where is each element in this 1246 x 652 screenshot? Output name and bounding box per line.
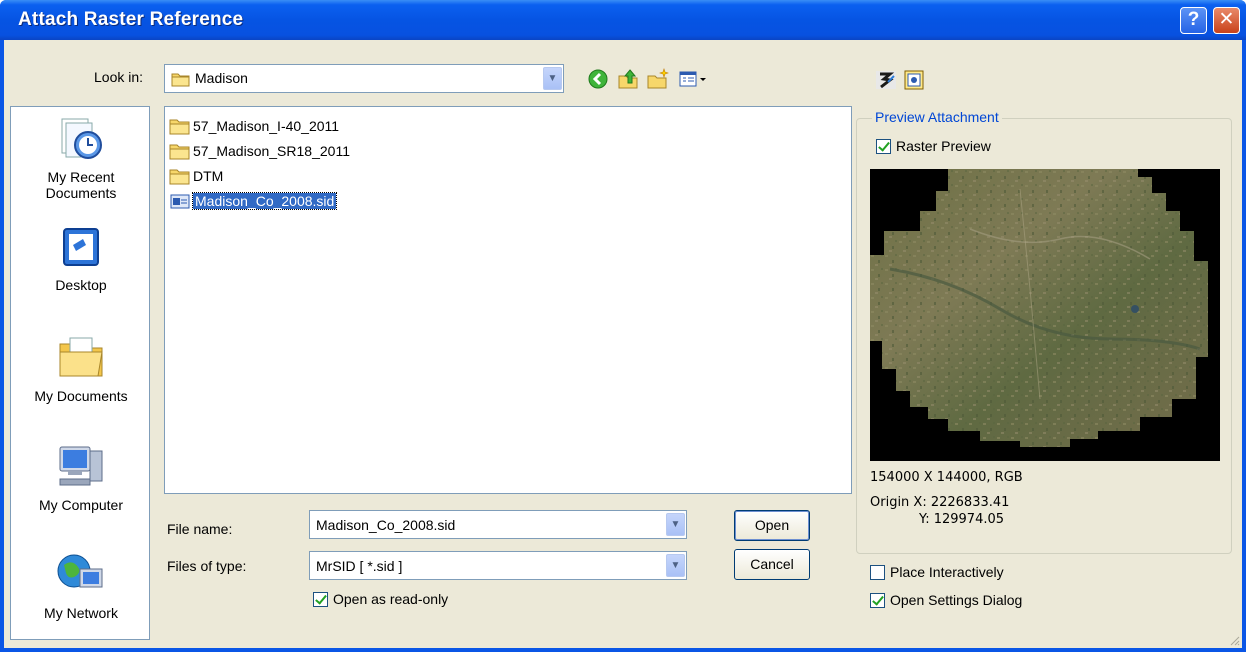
folder-icon bbox=[169, 144, 190, 160]
raster-preview-image bbox=[870, 169, 1220, 461]
views-menu-icon[interactable] bbox=[678, 67, 708, 91]
raster-preview-checkbox[interactable]: Raster Preview bbox=[876, 138, 991, 154]
open-button[interactable]: Open bbox=[734, 510, 810, 541]
close-button[interactable]: ✕ bbox=[1213, 7, 1240, 34]
raster-dimensions: 154000 X 144000, RGB bbox=[870, 470, 1023, 485]
help-button[interactable]: ? bbox=[1180, 7, 1207, 34]
dialog-window: Attach Raster Reference ? ✕ Look in: Mad… bbox=[0, 0, 1246, 652]
place-label: My Computer bbox=[38, 497, 124, 513]
lookin-combo[interactable]: Madison ▼ bbox=[164, 64, 564, 93]
my-computer-icon bbox=[59, 446, 103, 486]
folder-icon bbox=[171, 73, 190, 87]
list-item-selected[interactable]: Madison_Co_2008.sid bbox=[169, 190, 338, 212]
settings-icon[interactable] bbox=[902, 68, 926, 92]
filename-label: File name: bbox=[167, 521, 233, 537]
place-interactively-label: Place Interactively bbox=[890, 564, 1004, 580]
checkbox-box[interactable] bbox=[870, 592, 885, 608]
place-label-line1: My Recent bbox=[47, 169, 115, 185]
filename-dropdown-button[interactable]: ▼ bbox=[666, 513, 685, 536]
desktop-icon bbox=[63, 228, 99, 266]
resize-grip-icon[interactable] bbox=[1228, 634, 1240, 646]
raster-preview-label: Raster Preview bbox=[896, 138, 991, 154]
place-my-computer[interactable]: My Computer bbox=[11, 441, 151, 513]
list-item[interactable]: DTM bbox=[169, 165, 223, 187]
folder-icon bbox=[169, 169, 190, 185]
my-documents-icon bbox=[59, 337, 103, 377]
place-label: My Documents bbox=[34, 388, 128, 404]
lookin-label: Look in: bbox=[94, 69, 144, 85]
file-list[interactable]: 57_Madison_I-40_2011 57_Madison_SR18_201… bbox=[164, 106, 852, 494]
checkbox-box[interactable] bbox=[870, 564, 885, 580]
preview-legend: Preview Attachment bbox=[872, 109, 1002, 125]
readonly-checkbox[interactable]: Open as read-only bbox=[313, 591, 448, 607]
open-settings-label: Open Settings Dialog bbox=[890, 592, 1023, 608]
readonly-label: Open as read-only bbox=[333, 591, 449, 607]
place-my-network[interactable]: My Network bbox=[11, 549, 151, 621]
checkbox-box[interactable] bbox=[313, 591, 328, 607]
list-item[interactable]: 57_Madison_SR18_2011 bbox=[169, 140, 350, 162]
open-settings-checkbox[interactable]: Open Settings Dialog bbox=[870, 592, 1022, 608]
filetype-dropdown-button[interactable]: ▼ bbox=[666, 554, 685, 577]
place-interactively-checkbox[interactable]: Place Interactively bbox=[870, 564, 1004, 580]
title-bar[interactable]: Attach Raster Reference ? ✕ bbox=[0, 0, 1246, 40]
back-icon[interactable] bbox=[586, 67, 610, 91]
filename-value: Madison_Co_2008.sid bbox=[316, 517, 456, 533]
place-my-documents[interactable]: My Documents bbox=[11, 332, 151, 404]
filetype-combo[interactable]: MrSID [ *.sid ] ▼ bbox=[309, 551, 687, 580]
folder-icon bbox=[169, 119, 190, 135]
place-label: My Network bbox=[44, 605, 118, 621]
checkbox-box[interactable] bbox=[876, 138, 891, 154]
georef-icon[interactable] bbox=[874, 68, 898, 92]
new-folder-icon[interactable] bbox=[646, 67, 670, 91]
filetype-label: Files of type: bbox=[167, 558, 247, 574]
places-bar: My Recent Documents Desktop My Documents bbox=[10, 106, 150, 640]
origin-y: Y: 129974.05 bbox=[919, 512, 1005, 527]
recent-documents-icon bbox=[61, 118, 102, 159]
lookin-value: Madison bbox=[195, 70, 248, 86]
network-icon bbox=[57, 554, 103, 588]
dialog-body: Look in: Madison ▼ My Recent Documents D… bbox=[4, 40, 1242, 648]
lookin-dropdown-button[interactable]: ▼ bbox=[543, 67, 562, 90]
list-item[interactable]: 57_Madison_I-40_2011 bbox=[169, 115, 339, 137]
file-name: 57_Madison_SR18_2011 bbox=[193, 143, 350, 159]
place-label-line2: Documents bbox=[45, 185, 117, 201]
origin-x: Origin X: 2226833.41 bbox=[870, 495, 1010, 510]
file-name: Madison_Co_2008.sid bbox=[191, 192, 338, 210]
cancel-button[interactable]: Cancel bbox=[734, 549, 810, 580]
filename-combo[interactable]: Madison_Co_2008.sid ▼ bbox=[309, 510, 687, 539]
file-name: DTM bbox=[193, 168, 224, 184]
file-name: 57_Madison_I-40_2011 bbox=[193, 118, 340, 134]
place-desktop[interactable]: Desktop bbox=[11, 225, 151, 293]
filetype-value: MrSID [ *.sid ] bbox=[316, 558, 403, 574]
place-recent-documents[interactable]: My Recent Documents bbox=[11, 115, 151, 201]
image-file-icon bbox=[170, 194, 190, 209]
dialog-title: Attach Raster Reference bbox=[18, 9, 244, 30]
place-label: Desktop bbox=[55, 277, 107, 293]
up-folder-icon[interactable] bbox=[616, 67, 640, 91]
